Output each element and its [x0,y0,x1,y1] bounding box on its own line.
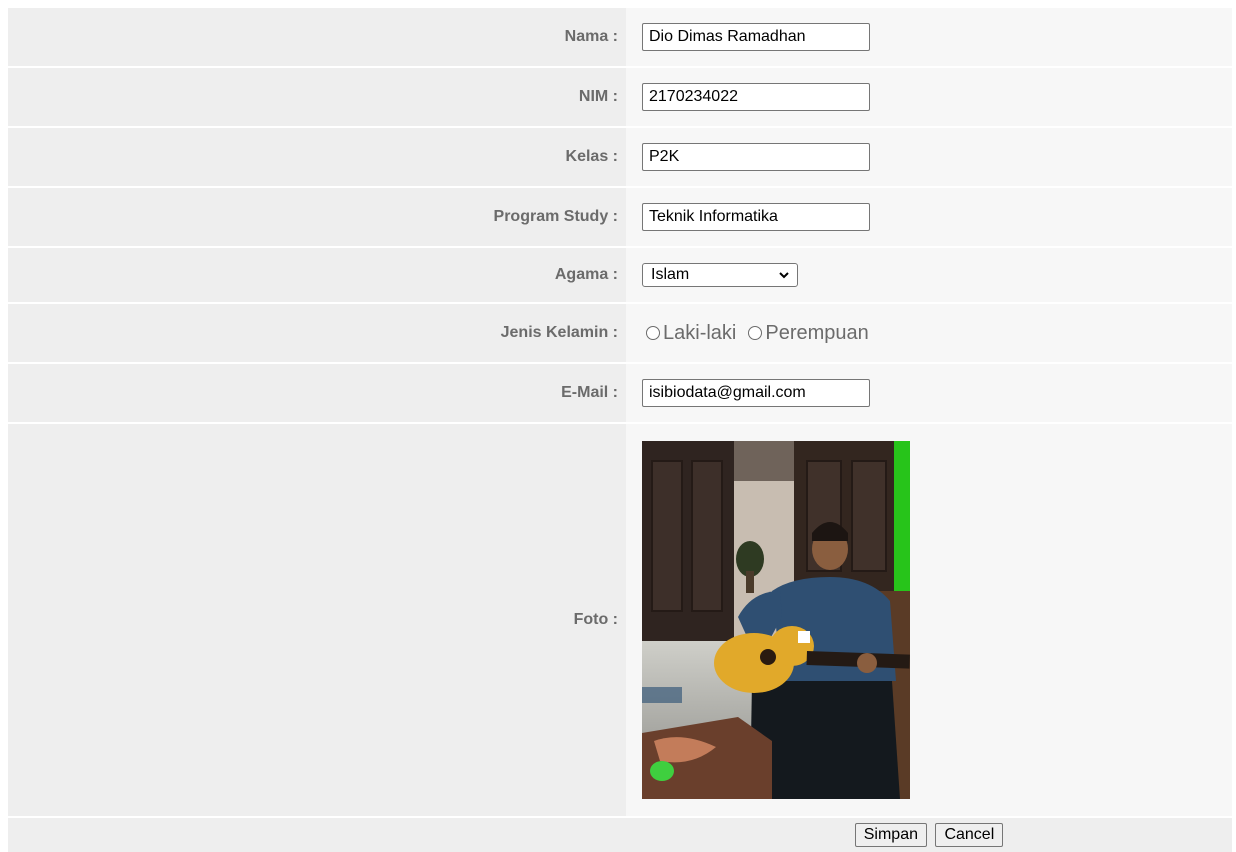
nama-label: Nama : [8,8,626,68]
nim-cell [626,68,1232,128]
jenis-kelamin-cell: Laki-laki Perempuan [626,304,1232,364]
form-row-program-study: Program Study : [8,188,1232,248]
agama-select[interactable]: Islam [642,263,798,287]
radio-label-laki-laki: Laki-laki [663,321,737,344]
profile-photo [642,441,910,799]
agama-cell: Islam [626,248,1232,304]
radio-laki-laki[interactable]: Laki-laki [646,322,736,345]
biodata-form: Nama : NIM : Kelas : Program Study : Aga… [8,8,1232,852]
email-input[interactable] [642,379,870,407]
program-study-label: Program Study : [8,188,626,248]
form-row-actions: Simpan Cancel [8,818,1232,852]
chevron-down-icon [779,272,789,279]
actions-cell: Simpan Cancel [626,818,1232,852]
nim-input[interactable] [642,83,870,111]
nama-input[interactable] [642,23,870,51]
nim-label: NIM : [8,68,626,128]
form-row-kelas: Kelas : [8,128,1232,188]
agama-label: Agama : [8,248,626,304]
form-row-email: E-Mail : [8,364,1232,424]
agama-selected-value: Islam [651,266,690,283]
program-study-cell [626,188,1232,248]
kelas-label: Kelas : [8,128,626,188]
radio-perempuan[interactable]: Perempuan [748,321,869,345]
kelas-input[interactable] [642,143,870,171]
email-label: E-Mail : [8,364,626,424]
jenis-kelamin-label: Jenis Kelamin : [8,304,626,364]
email-cell [626,364,1232,424]
simpan-button[interactable]: Simpan [854,823,927,847]
radio-circle-icon[interactable] [748,326,763,340]
form-row-agama: Agama : Islam [8,248,1232,304]
form-row-jenis-kelamin: Jenis Kelamin : Laki-laki Perempuan [8,304,1232,364]
form-row-foto: Foto : [8,424,1232,818]
form-row-nim: NIM : [8,68,1232,128]
actions-spacer [8,818,626,852]
radio-circle-icon[interactable] [646,326,660,340]
form-row-nama: Nama : [8,8,1232,68]
kelas-cell [626,128,1232,188]
foto-label: Foto : [8,424,626,818]
program-study-input[interactable] [642,203,870,231]
gender-radio-group: Laki-laki Perempuan [642,322,1232,345]
nama-cell [626,8,1232,68]
cancel-button[interactable]: Cancel [935,823,1004,847]
radio-label-perempuan: Perempuan [765,321,869,344]
foto-cell [626,424,1232,818]
